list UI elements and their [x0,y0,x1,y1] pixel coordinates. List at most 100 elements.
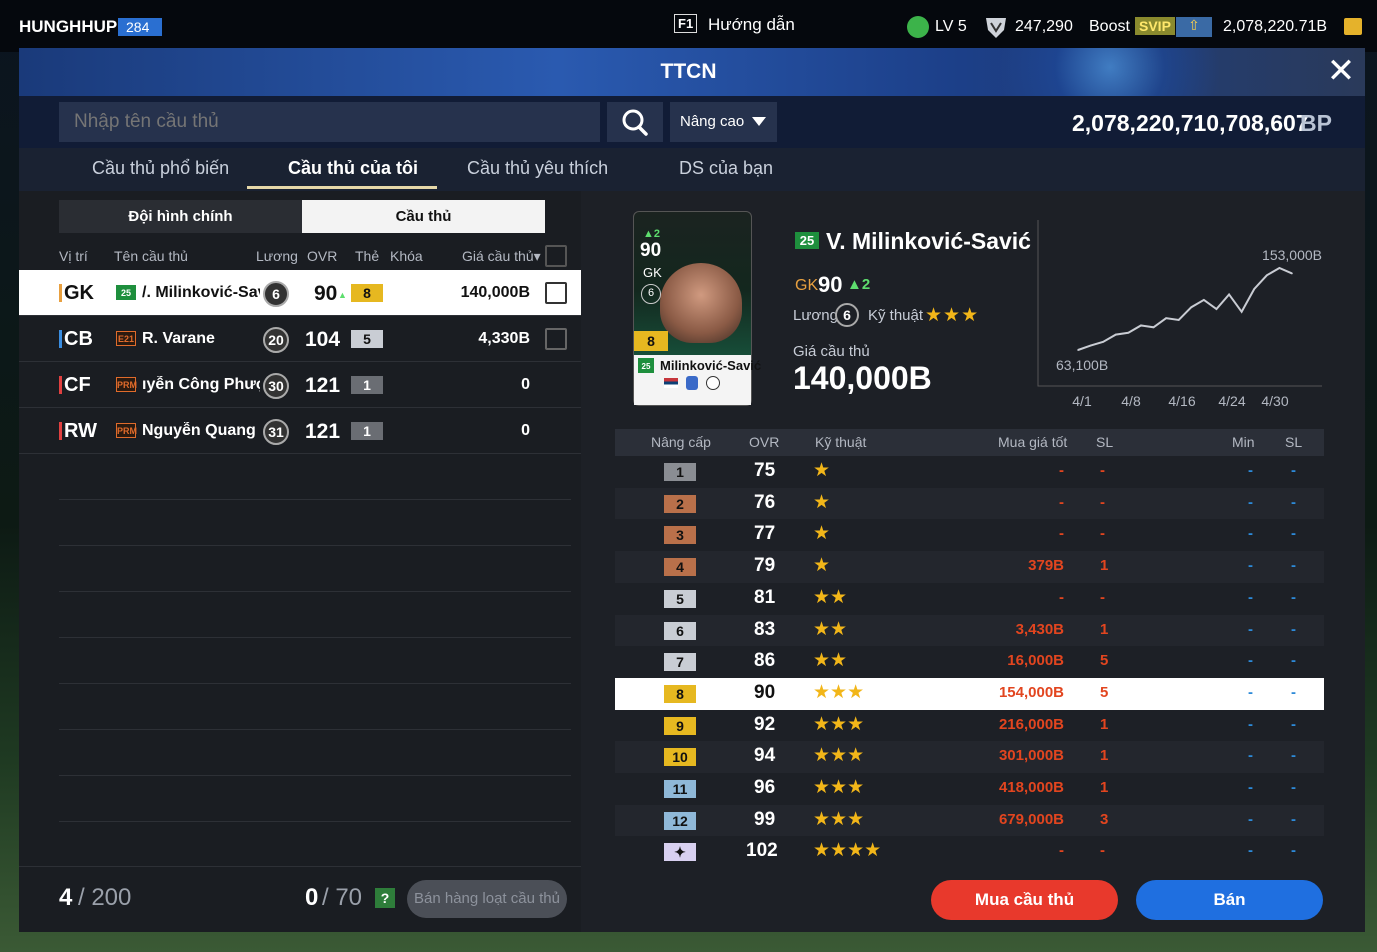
player-ovr: 121 [305,374,341,397]
player-ovr: 121 [305,420,341,443]
upgrade-min-quantity: - [1291,747,1296,765]
search-icon [622,109,648,136]
segment-lineup[interactable]: Đội hình chính [59,200,302,233]
price-point-4/20 [1215,308,1218,310]
sale-count-max: / 70 [322,884,363,911]
wage-badge: 30 [263,373,289,399]
select-all-checkbox[interactable] [545,245,567,267]
price-point-4/16 [1177,319,1180,321]
upgrade-best-price: 154,000B [998,683,1064,701]
upgrade-ovr: 96 [754,777,776,798]
upgrade-best-price: - [1059,493,1064,511]
player-position: CF [64,374,91,396]
upgrade-min-quantity: - [1291,683,1296,701]
card-ovr-up: ▲2 [643,228,661,240]
season-badge: E21 [116,331,136,346]
upgrade-min: - [1248,620,1253,638]
player-position: GK [64,282,94,304]
player-price-large: 140,000B [793,360,932,396]
card-wage: 6 [641,284,661,304]
header-ovr: OVR [307,248,338,264]
season-badge: 25 [795,232,819,249]
segment-players[interactable]: Cầu thủ [302,200,545,233]
card-level: 5 [351,330,383,348]
season-badge: PRM [116,377,137,392]
upgrade-best-price: 301,000B [998,747,1064,765]
price-point-4/29 [1278,267,1281,269]
tab-favorite-players[interactable]: Cầu thủ yêu thích [467,158,608,179]
balance-amount: 2,078,220.71B [1223,18,1328,35]
help-question-icon[interactable]: ? [375,888,395,908]
skill-stars: ★★★ [925,305,980,326]
chart-xtick: 4/24 [1218,393,1245,409]
shield-icon [986,18,1006,38]
upgrade-level: 9 [664,716,696,735]
header-name: Tên cầu thủ [114,248,188,264]
svip-badge: SVIP [1135,17,1175,35]
upgrade-ovr: 90 [754,681,776,703]
col-ovr: OVR [749,434,780,450]
upgrade-stars: ★★ [813,618,848,640]
empty-row-divider [59,729,571,730]
upgrade-level: 5 [664,589,696,608]
upgrade-level: 11 [664,780,696,798]
upgrade-min: - [1248,557,1253,575]
close-icon[interactable]: ✕ [1323,54,1359,90]
empty-row-divider [59,821,571,822]
upgrade-stars: ★ [813,491,831,513]
upgrade-min: - [1248,588,1253,606]
upgrade-stars: ★ [813,523,831,545]
chart-xtick: 4/1 [1072,393,1092,409]
sort-down-icon: ▾ [533,248,541,264]
tab-your-list[interactable]: DS của bạn [679,158,773,179]
price-series-line [1077,266,1293,351]
upgrade-quantity: 5 [1100,683,1109,701]
price-point-4/17 [1190,306,1193,309]
upgrade-min: - [1248,525,1253,543]
upgrade-ovr: 102 [746,840,778,862]
col-sl2: SL [1285,434,1303,450]
player-position: RW [64,420,97,442]
buy-player-button[interactable]: Mua cầu thủ [931,880,1118,920]
help-key[interactable]: F1 [674,14,698,33]
card-level: 1 [351,422,383,440]
header-price[interactable]: Giá cầu thủ▾ [462,248,541,265]
row-checkbox[interactable] [545,282,567,304]
price-point-4/7 [1114,333,1117,336]
upgrade-quantity: 5 [1100,652,1109,670]
upgrade-min-quantity: - [1291,525,1296,543]
search-button[interactable] [607,102,663,142]
empty-row-divider [59,775,571,776]
upgrade-stars: ★ [813,460,831,481]
upgrade-min: - [1248,683,1253,701]
price-point-4/22 [1228,293,1230,296]
bulk-sell-button[interactable]: Bán hàng loạt cầu thủ [407,880,567,918]
wage-badge: 20 [263,327,289,353]
upgrade-ovr: 86 [754,650,776,672]
player-name: ıyễn Công Phượng [142,376,260,393]
wage-value: 6 [835,303,859,327]
wage-badge: 31 [263,419,289,445]
upgrade-min-quantity: - [1291,462,1296,479]
tab-popular-players[interactable]: Cầu thủ phổ biến [92,158,229,179]
sell-button[interactable]: Bán [1136,880,1323,920]
tab-my-players[interactable]: Cầu thủ của tôi [288,158,418,179]
upgrade-level: 3 [664,526,696,545]
price-point-4/12 [1152,326,1155,329]
header-card: Thẻ [355,248,380,264]
help-link[interactable]: Hướng dẫn [708,15,795,35]
position-marker [59,422,62,440]
search-input[interactable] [59,102,600,142]
card-level: 8 [351,284,383,302]
upgrade-best-price: - [1059,525,1064,543]
upgrade-level: ✦ [664,843,696,862]
upgrade-quantity: 1 [1100,557,1109,575]
price-point-4/26 [1253,288,1256,290]
price-point-4/3 [1089,344,1092,347]
header-position: Vị trí [59,248,88,264]
chart-xtick: 4/16 [1168,393,1195,409]
active-tab-underline [247,186,437,189]
row-checkbox[interactable] [545,328,567,350]
upgrade-arrow-icon[interactable]: ⇧ [1176,17,1212,37]
upgrade-level: 4 [664,558,696,577]
